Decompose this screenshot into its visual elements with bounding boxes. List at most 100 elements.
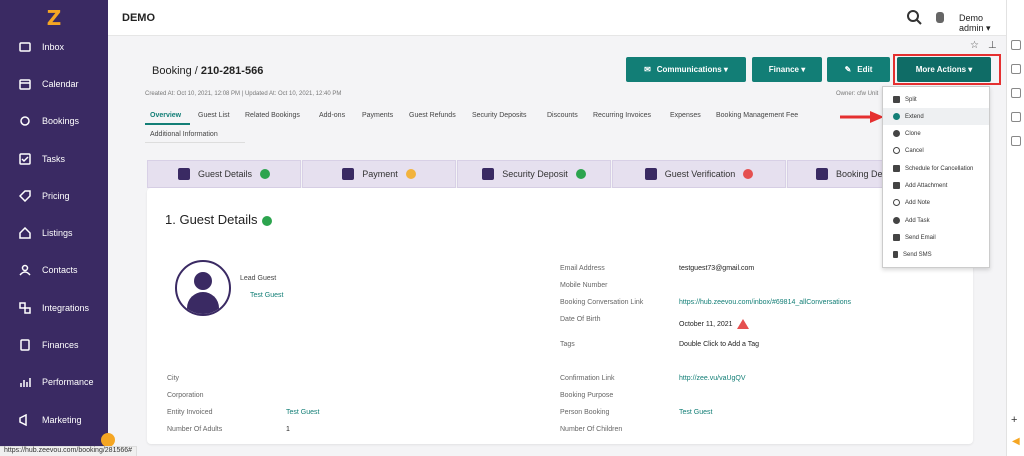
field-label: Entity Invoiced — [167, 409, 213, 416]
sidebar-item-contacts[interactable]: Contacts — [0, 256, 108, 284]
check-icon — [260, 169, 271, 179]
menu-item-clone[interactable]: Clone — [883, 125, 989, 142]
communications-label: Communications — [656, 65, 722, 74]
finance-button[interactable]: Finance ▾ — [752, 57, 822, 82]
star-icon[interactable]: ☆ — [970, 40, 979, 51]
finances-icon — [18, 338, 32, 352]
sidebar-item-pricing[interactable]: Pricing — [0, 182, 108, 210]
note-icon[interactable] — [1011, 88, 1021, 98]
field-value[interactable]: October 11, 2021 — [679, 319, 749, 329]
page-title: Booking / 210-281-566 — [152, 65, 263, 77]
bookings-icon — [18, 114, 32, 128]
sidebar-item-calendar[interactable]: Calendar — [0, 70, 108, 98]
warning-icon — [736, 319, 749, 329]
bookmark-icon — [816, 168, 828, 180]
step-label: Booking De — [836, 169, 883, 179]
guest-details-card: 1. Guest Details Lead Guest Test Guest E… — [147, 188, 973, 444]
menu-item-label: Clone — [905, 130, 921, 137]
field-label: Confirmation Link — [560, 375, 615, 382]
cancel-icon — [893, 147, 900, 154]
menu-item-send-sms[interactable]: Send SMS — [883, 246, 989, 263]
menu-item-extend[interactable]: Extend — [883, 108, 989, 125]
field-label: Mobile Number — [560, 282, 608, 289]
field-label: Corporation — [167, 392, 204, 399]
sidebar-item-tasks[interactable]: Tasks — [0, 145, 108, 173]
step-payment[interactable]: Payment — [302, 160, 456, 188]
app-logo[interactable]: Z — [44, 8, 64, 28]
field-label: Email Address — [560, 265, 605, 272]
lead-guest-link[interactable]: Test Guest — [250, 292, 283, 299]
sidebar-item-label: Listings — [42, 228, 73, 238]
updated-at: Updated At: Oct 10, 2021, 12:40 PM — [244, 91, 342, 97]
step-guest-details[interactable]: Guest Details — [147, 160, 301, 188]
mail-icon[interactable] — [1011, 136, 1021, 146]
step-guest-verification[interactable]: Guest Verification — [612, 160, 786, 188]
tab-booking-management-fee[interactable]: Booking Management Fee — [716, 112, 798, 119]
tab-payments[interactable]: Payments — [362, 112, 393, 119]
owner: Owner: cfw Unit — [836, 91, 879, 97]
status-bar-url: https://hub.zeevou.com/booking/281566# — [0, 446, 138, 456]
booking-meta: Created At: Oct 10, 2021, 12:08 PM | Upd… — [145, 91, 342, 97]
menu-item-add-note[interactable]: Add Note — [883, 194, 989, 211]
field-value-link[interactable]: http://zee.vu/vaUgQV — [679, 375, 746, 382]
booking-wizard: Guest Details Payment Security Deposit G… — [147, 160, 907, 188]
field-value-link[interactable]: https://hub.zeevou.com/inbox/#69814_allC… — [679, 299, 851, 306]
menu-item-add-task[interactable]: Add Task — [883, 212, 989, 229]
hand-icon[interactable] — [934, 10, 946, 24]
section-title: 1. Guest Details — [165, 212, 272, 227]
tab-add-ons[interactable]: Add-ons — [319, 112, 345, 119]
menu-item-cancel[interactable]: Cancel — [883, 142, 989, 159]
tab-guest-refunds[interactable]: Guest Refunds — [409, 112, 456, 119]
tab-security-deposits[interactable]: Security Deposits — [472, 112, 526, 119]
field-value[interactable]: testguest73@gmail.com — [679, 265, 754, 272]
sidebar-item-label: Contacts — [42, 265, 78, 275]
sidebar-item-finances[interactable]: Finances — [0, 331, 108, 359]
menu-item-split[interactable]: Split — [883, 91, 989, 108]
tab-expenses[interactable]: Expenses — [670, 112, 701, 119]
menu-item-label: Add Task — [905, 217, 930, 224]
menu-item-add-attachment[interactable]: Add Attachment — [883, 177, 989, 194]
tags-value[interactable]: Double Click to Add a Tag — [679, 341, 759, 348]
tab-overview[interactable]: Overview — [150, 112, 181, 119]
sidebar-item-label: Inbox — [42, 42, 65, 52]
comment-icon — [893, 199, 900, 206]
created-at: Created At: Oct 10, 2021, 12:08 PM — [145, 91, 241, 97]
sidebar-item-integrations[interactable]: Integrations — [0, 294, 108, 322]
field-value-link[interactable]: Test Guest — [679, 409, 712, 416]
tab-recurring-invoices[interactable]: Recurring Invoices — [593, 112, 651, 119]
sidebar: Z Inbox Calendar Bookings Tasks Pricing … — [0, 0, 108, 456]
sidebar-item-inbox[interactable]: Inbox — [0, 33, 108, 61]
sidebar-item-listings[interactable]: Listings — [0, 219, 108, 247]
plus-icon[interactable]: + — [1011, 414, 1017, 426]
tab-additional-information[interactable]: Additional Information — [150, 131, 218, 138]
annotation-arrow-icon — [840, 111, 884, 123]
edit-button[interactable]: ✎ Edit — [827, 57, 890, 82]
note-icon[interactable] — [1011, 112, 1021, 122]
hourglass-icon — [893, 165, 900, 172]
communications-button[interactable]: ✉ Communications ▾ — [626, 57, 746, 82]
tab-discounts[interactable]: Discounts — [547, 112, 578, 119]
integrations-icon — [18, 301, 32, 315]
arrow-left-icon[interactable]: ◀ — [1012, 436, 1020, 447]
sidebar-item-marketing[interactable]: Marketing — [0, 406, 108, 434]
sidebar-item-bookings[interactable]: Bookings — [0, 107, 108, 135]
menu-item-schedule-cancellation[interactable]: Schedule for Cancellation — [883, 160, 989, 177]
user-menu[interactable]: Demo admin ▾ — [959, 13, 1006, 34]
field-value-link[interactable]: Test Guest — [286, 409, 319, 416]
menu-item-label: Schedule for Cancellation — [905, 165, 974, 172]
search-icon[interactable] — [906, 9, 922, 25]
clone-icon — [893, 130, 900, 137]
field-label: Booking Purpose — [560, 392, 614, 399]
note-icon[interactable] — [1011, 40, 1021, 50]
tab-guest-list[interactable]: Guest List — [198, 112, 230, 119]
step-security-deposit[interactable]: Security Deposit — [457, 160, 611, 188]
mail-icon[interactable] — [1011, 64, 1021, 74]
tab-related-bookings[interactable]: Related Bookings — [245, 112, 300, 119]
pending-icon — [405, 169, 416, 179]
sidebar-item-label: Bookings — [42, 116, 80, 126]
collapse-sidebar-button[interactable] — [101, 433, 115, 447]
sidebar-item-performance[interactable]: Performance — [0, 368, 108, 396]
pin-icon[interactable]: ⊥ — [988, 40, 997, 51]
menu-item-label: Send Email — [905, 234, 936, 241]
menu-item-send-email[interactable]: Send Email — [883, 229, 989, 246]
